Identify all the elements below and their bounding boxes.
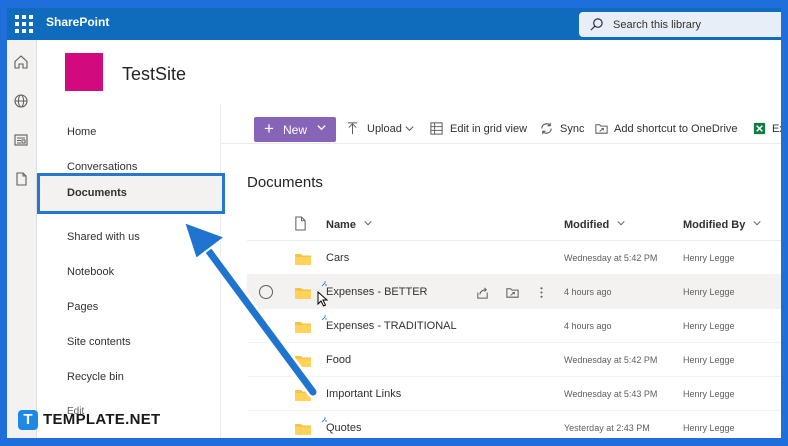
nav-item-home[interactable]: Home bbox=[67, 126, 96, 138]
row-modified-by[interactable]: Henry Legge bbox=[683, 321, 735, 331]
plus-icon: + bbox=[264, 119, 274, 138]
search-icon bbox=[590, 18, 603, 31]
app-rail bbox=[7, 40, 37, 438]
folder-icon bbox=[295, 254, 311, 265]
nav-item-shared-with-us[interactable]: Shared with us bbox=[67, 231, 140, 243]
shortcut-icon bbox=[595, 124, 608, 134]
folder-icon bbox=[295, 322, 311, 333]
globe-icon[interactable] bbox=[13, 93, 29, 109]
nav-item-notebook[interactable]: Notebook bbox=[67, 266, 114, 278]
row-select-radio[interactable] bbox=[259, 285, 273, 299]
row-modified: Wednesday at 5:42 PM bbox=[564, 253, 658, 263]
table-row[interactable]: Cars Wednesday at 5:42 PM Henry Legge bbox=[247, 241, 781, 275]
chevron-down-icon bbox=[364, 220, 372, 226]
column-header-modified[interactable]: Modified bbox=[564, 218, 626, 231]
suite-bar: SharePoint Search this library bbox=[7, 8, 781, 40]
nav-item-conversations[interactable]: Conversations bbox=[67, 161, 137, 173]
file-type-icon[interactable] bbox=[294, 216, 307, 231]
document-icon[interactable] bbox=[13, 171, 29, 187]
add-shortcut-icon[interactable] bbox=[505, 285, 520, 300]
column-modified-by-label: Modified By bbox=[683, 219, 746, 231]
table-row[interactable]: Quotes Yesterday at 2:43 PM Henry Legge bbox=[247, 411, 781, 438]
export-button[interactable]: Exp bbox=[772, 123, 781, 135]
chevron-down-icon[interactable] bbox=[404, 123, 415, 134]
site-title[interactable]: TestSite bbox=[122, 64, 186, 85]
row-name[interactable]: Important Links bbox=[326, 388, 401, 400]
grid-icon bbox=[430, 122, 443, 135]
row-modified: Wednesday at 5:43 PM bbox=[564, 389, 658, 399]
library-title: Documents bbox=[247, 174, 323, 191]
row-modified: Yesterday at 2:43 PM bbox=[564, 423, 650, 433]
chevron-down-icon bbox=[317, 125, 326, 131]
new-button-label: New bbox=[283, 123, 308, 137]
chevron-down-icon bbox=[617, 220, 625, 226]
search-box[interactable]: Search this library bbox=[579, 12, 781, 37]
nav-item-documents-highlight[interactable] bbox=[37, 173, 225, 214]
command-bar: + New Upload Edit in grid view Sync Add … bbox=[221, 104, 781, 144]
row-modified: 4 hours ago bbox=[564, 287, 612, 297]
table-row[interactable]: Expenses - BETTER 4 hours ago Henry Legg… bbox=[247, 275, 781, 309]
table-row[interactable]: Food Wednesday at 5:42 PM Henry Legge bbox=[247, 343, 781, 377]
site-logo[interactable] bbox=[65, 53, 103, 91]
column-modified-label: Modified bbox=[564, 219, 610, 231]
news-icon[interactable] bbox=[13, 132, 29, 148]
nav-item-site-contents[interactable]: Site contents bbox=[67, 336, 131, 348]
more-options-icon[interactable] bbox=[534, 285, 549, 300]
app-launcher-icon[interactable] bbox=[14, 14, 34, 34]
sync-icon bbox=[541, 122, 552, 135]
home-icon[interactable] bbox=[13, 54, 29, 70]
add-shortcut-button[interactable]: Add shortcut to OneDrive bbox=[614, 123, 738, 135]
sync-button[interactable]: Sync bbox=[560, 123, 584, 135]
column-name-label: Name bbox=[326, 219, 356, 231]
folder-icon bbox=[295, 356, 311, 367]
row-modified-by[interactable]: Henry Legge bbox=[683, 355, 735, 365]
edit-grid-view-button[interactable]: Edit in grid view bbox=[450, 123, 527, 135]
mouse-cursor-icon bbox=[317, 291, 329, 307]
search-placeholder: Search this library bbox=[613, 19, 702, 31]
upload-button[interactable]: Upload bbox=[367, 123, 402, 135]
nav-divider bbox=[220, 104, 221, 438]
folder-icon bbox=[295, 288, 311, 299]
watermark-text: TEMPLATE.NET bbox=[43, 411, 161, 428]
row-modified-by[interactable]: Henry Legge bbox=[683, 423, 735, 433]
share-icon[interactable] bbox=[475, 285, 490, 300]
table-row[interactable]: Important Links Wednesday at 5:43 PM Hen… bbox=[247, 377, 781, 411]
row-modified-by[interactable]: Henry Legge bbox=[683, 287, 735, 297]
row-name[interactable]: Cars bbox=[326, 252, 349, 264]
row-name[interactable]: Quotes bbox=[326, 422, 361, 434]
column-header-name[interactable]: Name bbox=[326, 218, 373, 231]
row-name[interactable]: Expenses - BETTER bbox=[326, 286, 427, 298]
row-name[interactable]: Food bbox=[326, 354, 351, 366]
app-name[interactable]: SharePoint bbox=[46, 15, 109, 29]
row-modified: Wednesday at 5:42 PM bbox=[564, 355, 658, 365]
row-modified-by[interactable]: Henry Legge bbox=[683, 389, 735, 399]
folder-icon bbox=[295, 390, 311, 401]
nav-item-recycle-bin[interactable]: Recycle bin bbox=[67, 371, 124, 383]
row-modified-by[interactable]: Henry Legge bbox=[683, 253, 735, 263]
folder-icon bbox=[295, 424, 311, 435]
watermark-logo-icon: T bbox=[18, 410, 38, 430]
table-row[interactable]: Expenses - TRADITIONAL 4 hours ago Henry… bbox=[247, 309, 781, 343]
site-header: TestSite bbox=[37, 40, 781, 104]
app-window: SharePoint Search this library TestSite … bbox=[7, 8, 781, 438]
new-button[interactable]: + New bbox=[254, 117, 336, 142]
left-navigation: Home Conversations Shared with us Notebo… bbox=[37, 104, 221, 438]
excel-icon bbox=[753, 122, 766, 135]
chevron-down-icon bbox=[753, 220, 762, 226]
column-header-modified-by[interactable]: Modified By bbox=[683, 218, 762, 231]
upload-icon bbox=[347, 122, 358, 135]
row-modified: 4 hours ago bbox=[564, 321, 612, 331]
nav-item-documents[interactable]: Documents bbox=[67, 187, 127, 199]
row-name[interactable]: Expenses - TRADITIONAL bbox=[326, 320, 457, 332]
nav-item-pages[interactable]: Pages bbox=[67, 301, 98, 313]
